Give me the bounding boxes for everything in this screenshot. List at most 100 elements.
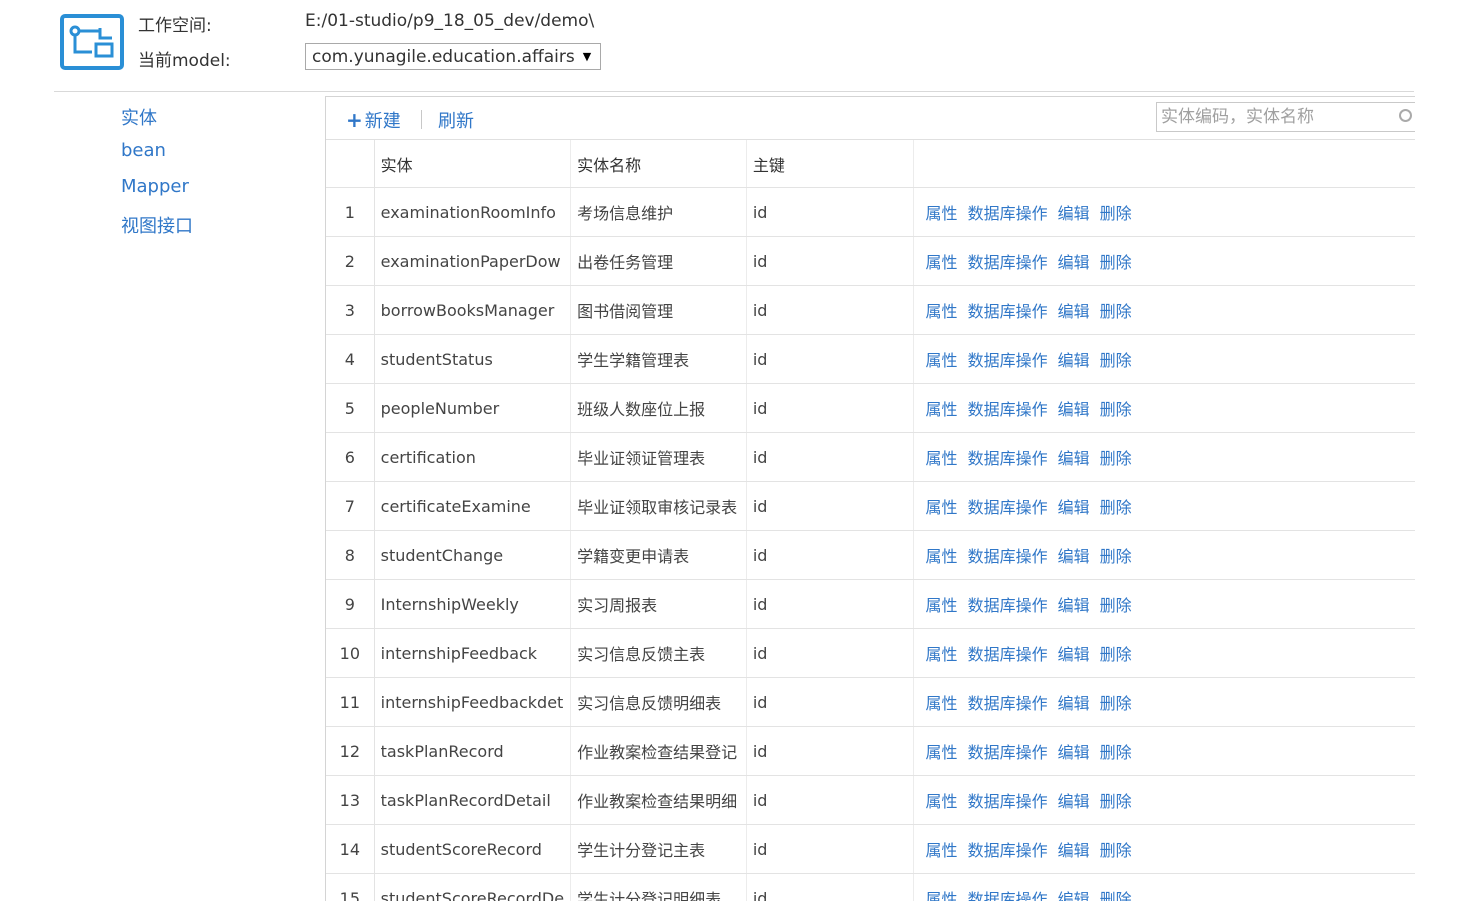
refresh-button[interactable]: 刷新 bbox=[438, 107, 474, 133]
delete-link[interactable]: 删除 bbox=[1100, 449, 1132, 468]
edit-link[interactable]: 编辑 bbox=[1058, 302, 1090, 321]
row-index: 11 bbox=[326, 678, 374, 727]
delete-link[interactable]: 删除 bbox=[1100, 694, 1132, 713]
edit-link[interactable]: 编辑 bbox=[1058, 400, 1090, 419]
new-button[interactable]: +新建 bbox=[346, 107, 401, 133]
delete-link[interactable]: 删除 bbox=[1100, 253, 1132, 272]
row-index: 14 bbox=[326, 825, 374, 874]
row-actions: 属性数据库操作编辑删除 bbox=[913, 727, 1415, 776]
attributes-link[interactable]: 属性 bbox=[926, 449, 958, 468]
delete-link[interactable]: 删除 bbox=[1100, 204, 1132, 223]
db-operation-link[interactable]: 数据库操作 bbox=[968, 645, 1048, 664]
new-button-label: 新建 bbox=[365, 111, 401, 132]
edit-link[interactable]: 编辑 bbox=[1058, 351, 1090, 370]
delete-link[interactable]: 删除 bbox=[1100, 498, 1132, 517]
attributes-link[interactable]: 属性 bbox=[926, 253, 958, 272]
entity-code-cell: examinationRoomInfo bbox=[374, 188, 570, 237]
delete-link[interactable]: 删除 bbox=[1100, 547, 1132, 566]
attributes-link[interactable]: 属性 bbox=[926, 841, 958, 860]
primary-key-cell: id bbox=[746, 482, 913, 531]
edit-link[interactable]: 编辑 bbox=[1058, 204, 1090, 223]
delete-link[interactable]: 删除 bbox=[1100, 400, 1132, 419]
primary-key-cell: id bbox=[746, 629, 913, 678]
search-input[interactable] bbox=[1157, 103, 1401, 131]
attributes-link[interactable]: 属性 bbox=[926, 792, 958, 811]
sidebar-item-mapper[interactable]: Mapper bbox=[121, 176, 189, 197]
entity-code-cell: certificateExamine bbox=[374, 482, 570, 531]
attributes-link[interactable]: 属性 bbox=[926, 498, 958, 517]
db-operation-link[interactable]: 数据库操作 bbox=[968, 841, 1048, 860]
delete-link[interactable]: 删除 bbox=[1100, 596, 1132, 615]
delete-link[interactable]: 删除 bbox=[1100, 351, 1132, 370]
db-operation-link[interactable]: 数据库操作 bbox=[968, 694, 1048, 713]
entity-code-cell: examinationPaperDow bbox=[374, 237, 570, 286]
attributes-link[interactable]: 属性 bbox=[926, 400, 958, 419]
column-header-index bbox=[326, 140, 374, 188]
header-divider bbox=[54, 91, 1414, 92]
attributes-link[interactable]: 属性 bbox=[926, 302, 958, 321]
attributes-link[interactable]: 属性 bbox=[926, 694, 958, 713]
attributes-link[interactable]: 属性 bbox=[926, 596, 958, 615]
delete-link[interactable]: 删除 bbox=[1100, 890, 1132, 901]
entity-name-cell: 毕业证领取审核记录表 bbox=[571, 482, 747, 531]
edit-link[interactable]: 编辑 bbox=[1058, 645, 1090, 664]
edit-link[interactable]: 编辑 bbox=[1058, 694, 1090, 713]
edit-link[interactable]: 编辑 bbox=[1058, 547, 1090, 566]
entity-name-cell: 学生计分登记明细表 bbox=[571, 874, 747, 901]
attributes-link[interactable]: 属性 bbox=[926, 890, 958, 901]
primary-key-cell: id bbox=[746, 384, 913, 433]
attributes-link[interactable]: 属性 bbox=[926, 547, 958, 566]
entity-code-cell: studentChange bbox=[374, 531, 570, 580]
edit-link[interactable]: 编辑 bbox=[1058, 253, 1090, 272]
attributes-link[interactable]: 属性 bbox=[926, 743, 958, 762]
attributes-link[interactable]: 属性 bbox=[926, 645, 958, 664]
db-operation-link[interactable]: 数据库操作 bbox=[968, 890, 1048, 901]
db-operation-link[interactable]: 数据库操作 bbox=[968, 351, 1048, 370]
row-actions: 属性数据库操作编辑删除 bbox=[913, 335, 1415, 384]
db-operation-link[interactable]: 数据库操作 bbox=[968, 498, 1048, 517]
delete-link[interactable]: 删除 bbox=[1100, 792, 1132, 811]
primary-key-cell: id bbox=[746, 188, 913, 237]
db-operation-link[interactable]: 数据库操作 bbox=[968, 253, 1048, 272]
delete-link[interactable]: 删除 bbox=[1100, 645, 1132, 664]
db-operation-link[interactable]: 数据库操作 bbox=[968, 400, 1048, 419]
table-row: 9InternshipWeekly实习周报表id属性数据库操作编辑删除 bbox=[326, 580, 1415, 629]
edit-link[interactable]: 编辑 bbox=[1058, 596, 1090, 615]
delete-link[interactable]: 删除 bbox=[1100, 743, 1132, 762]
db-operation-link[interactable]: 数据库操作 bbox=[968, 547, 1048, 566]
edit-link[interactable]: 编辑 bbox=[1058, 498, 1090, 517]
edit-link[interactable]: 编辑 bbox=[1058, 792, 1090, 811]
delete-link[interactable]: 删除 bbox=[1100, 302, 1132, 321]
edit-link[interactable]: 编辑 bbox=[1058, 743, 1090, 762]
db-operation-link[interactable]: 数据库操作 bbox=[968, 743, 1048, 762]
attributes-link[interactable]: 属性 bbox=[926, 351, 958, 370]
entity-name-cell: 实习信息反馈明细表 bbox=[571, 678, 747, 727]
model-select[interactable]: com.yunagile.education.affairs ▼ bbox=[305, 43, 601, 70]
workspace-label: 工作空间: bbox=[138, 11, 212, 36]
edit-link[interactable]: 编辑 bbox=[1058, 449, 1090, 468]
db-operation-link[interactable]: 数据库操作 bbox=[968, 204, 1048, 223]
edit-link[interactable]: 编辑 bbox=[1058, 890, 1090, 901]
delete-link[interactable]: 删除 bbox=[1100, 841, 1132, 860]
entity-code-cell: certification bbox=[374, 433, 570, 482]
db-operation-link[interactable]: 数据库操作 bbox=[968, 302, 1048, 321]
entity-name-cell: 作业教案检查结果明细 bbox=[571, 776, 747, 825]
edit-link[interactable]: 编辑 bbox=[1058, 841, 1090, 860]
sidebar-item-bean[interactable]: bean bbox=[121, 140, 166, 161]
sidebar-item-view-interface[interactable]: 视图接口 bbox=[121, 212, 193, 238]
sidebar-item-entity[interactable]: 实体 bbox=[121, 104, 157, 130]
primary-key-cell: id bbox=[746, 776, 913, 825]
search-icon[interactable] bbox=[1399, 109, 1412, 122]
attributes-link[interactable]: 属性 bbox=[926, 204, 958, 223]
search-box bbox=[1156, 102, 1415, 132]
row-actions: 属性数据库操作编辑删除 bbox=[913, 580, 1415, 629]
db-operation-link[interactable]: 数据库操作 bbox=[968, 792, 1048, 811]
row-index: 13 bbox=[326, 776, 374, 825]
row-index: 10 bbox=[326, 629, 374, 678]
row-actions: 属性数据库操作编辑删除 bbox=[913, 433, 1415, 482]
entity-name-cell: 学生计分登记主表 bbox=[571, 825, 747, 874]
db-operation-link[interactable]: 数据库操作 bbox=[968, 449, 1048, 468]
row-actions: 属性数据库操作编辑删除 bbox=[913, 874, 1415, 901]
db-operation-link[interactable]: 数据库操作 bbox=[968, 596, 1048, 615]
row-actions: 属性数据库操作编辑删除 bbox=[913, 531, 1415, 580]
